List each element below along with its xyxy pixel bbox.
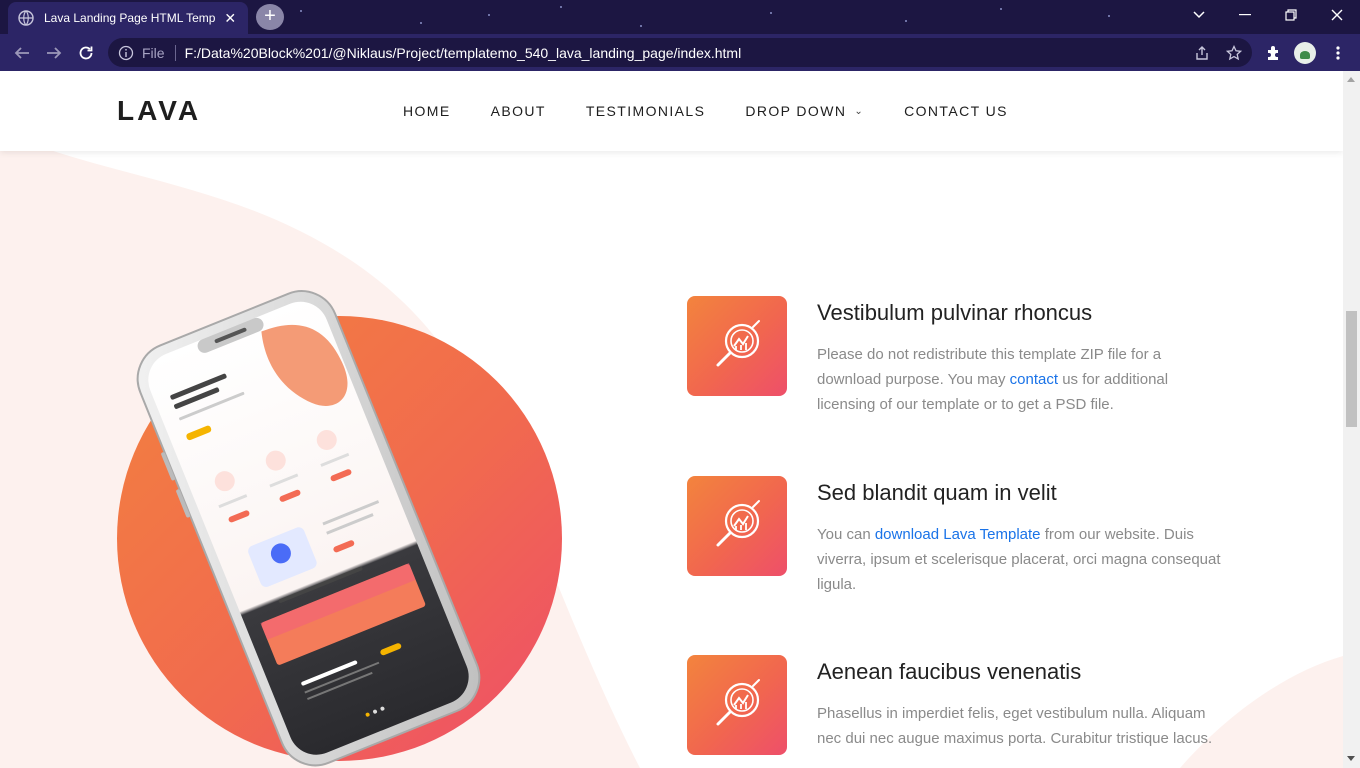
star-decoration [1000,8,1002,10]
download-link[interactable]: download Lava Template [875,526,1041,543]
browser-tab[interactable]: Lava Landing Page HTML Template ✕ [8,2,248,34]
feature-title: Sed blandit quam in velit [817,480,1057,505]
address-scheme: File [142,44,165,61]
restore-button[interactable] [1268,0,1314,30]
profile-avatar[interactable] [1294,42,1316,64]
nav-contact[interactable]: CONTACT US [904,103,1008,119]
back-icon[interactable] [9,40,35,66]
feature-text: You can download Lava Template from our … [817,522,1227,597]
new-tab-button[interactable]: + [256,4,284,30]
browser-toolbar: File F:/Data%20Block%201/@Niklaus/Projec… [0,34,1360,71]
nav-about[interactable]: ABOUT [491,103,546,119]
reload-icon[interactable] [73,40,99,66]
tab-title: Lava Landing Page HTML Template [44,11,215,25]
star-decoration [300,10,302,12]
feature-text-before: You can [817,526,875,543]
globe-icon [18,10,34,26]
main-nav: HOME ABOUT TESTIMONIALS DROP DOWN ⌄ CONTA… [403,103,1048,119]
address-separator [174,44,176,61]
close-icon[interactable]: ✕ [223,10,239,27]
star-decoration [488,14,490,16]
star-decoration [420,22,422,24]
browser-titlebar: Lava Landing Page HTML Template ✕ + [0,0,1360,34]
feature-text-before: Phasellus in imperdiet felis, eget vesti… [817,705,1213,747]
analytics-search-icon [687,296,787,396]
close-window-button[interactable] [1314,0,1360,30]
analytics-search-icon [687,655,787,755]
star-decoration [905,20,907,22]
menu-icon[interactable] [1327,42,1349,64]
address-url[interactable]: F:/Data%20Block%201/@Niklaus/Project/tem… [185,45,742,61]
extensions-icon[interactable] [1263,42,1285,64]
analytics-search-icon [687,476,787,576]
share-icon[interactable] [1191,42,1213,64]
star-decoration [1108,15,1110,17]
nav-home[interactable]: HOME [403,103,451,119]
contact-link[interactable]: contact [1010,371,1058,388]
star-decoration [770,12,772,14]
nav-dropdown-label: DROP DOWN [745,103,847,119]
scrollbar-thumb[interactable] [1346,311,1357,427]
feature-title: Vestibulum pulvinar rhoncus [817,300,1093,325]
site-logo[interactable]: LAVA [117,95,201,127]
tab-search-button[interactable] [1176,0,1222,30]
chevron-down-icon: ⌄ [854,105,865,117]
site-header: LAVA HOME ABOUT TESTIMONIALS DROP DOWN ⌄ … [0,71,1343,151]
star-icon[interactable] [1223,42,1245,64]
scroll-down-arrow[interactable] [1347,756,1355,761]
feature-title: Aenean faucibus venenatis [817,659,1082,684]
feature-text: Please do not redistribute this template… [817,342,1227,417]
info-icon[interactable] [118,45,134,61]
star-decoration [640,25,642,27]
minimize-button[interactable] [1222,0,1268,30]
phone-mockup-image [136,290,481,767]
star-decoration [560,6,562,8]
page-viewport: LAVA HOME ABOUT TESTIMONIALS DROP DOWN ⌄ … [0,71,1360,768]
address-bar[interactable]: File F:/Data%20Block%201/@Niklaus/Projec… [108,38,1252,67]
nav-dropdown[interactable]: DROP DOWN ⌄ [745,103,864,119]
feature-text: Phasellus in imperdiet felis, eget vesti… [817,701,1227,751]
forward-icon[interactable] [41,40,67,66]
scroll-up-arrow[interactable] [1347,77,1355,82]
nav-testimonials[interactable]: TESTIMONIALS [586,103,705,119]
